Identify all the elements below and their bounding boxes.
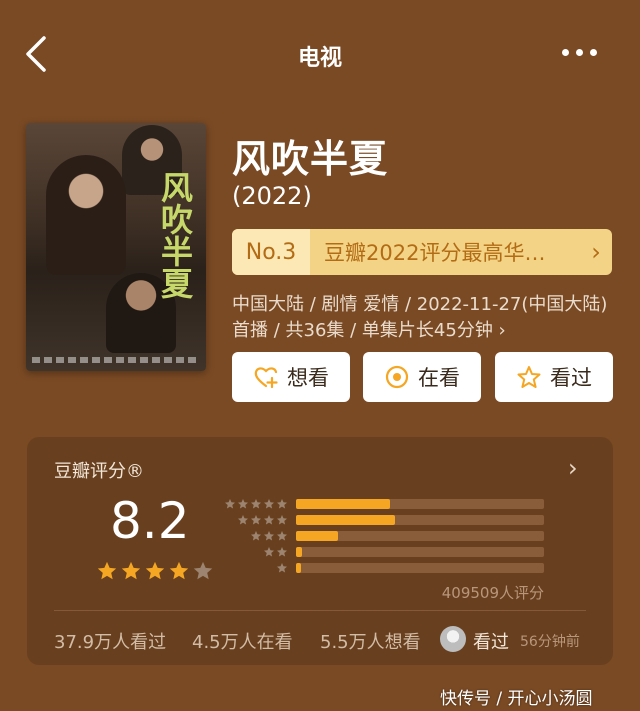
dist-row-5 (222, 497, 552, 511)
doing-button[interactable]: 在看 (363, 352, 481, 402)
star-icon (264, 499, 274, 509)
star-icon (251, 531, 261, 541)
star-icon (121, 561, 141, 580)
star-icon (264, 531, 274, 541)
star-icon (238, 515, 248, 525)
star-icon (238, 499, 248, 509)
star-outline-icon (517, 366, 541, 388)
poster-title: 风吹半夏 (156, 171, 194, 299)
watching-count[interactable]: 4.5万人在看 (192, 628, 293, 654)
show-title: 风吹半夏 (232, 137, 389, 181)
star-icon (145, 561, 165, 580)
done-button[interactable]: 看过 (495, 352, 613, 402)
done-label: 看过 (550, 366, 592, 390)
watermark: 快传号 / 开心小汤圆 (440, 689, 593, 709)
star-icon (169, 561, 189, 580)
dist-row-3 (222, 529, 552, 543)
rating-score: 8.2 (110, 492, 190, 550)
star-icon (277, 547, 287, 557)
star-icon (264, 547, 274, 557)
star-icon (277, 515, 287, 525)
want-label: 想看 (287, 366, 329, 390)
divider (54, 610, 586, 611)
my-status-time: 56分钟前 (520, 634, 580, 650)
star-icon (97, 561, 117, 580)
rank-text: 豆瓣2022评分最高华… (324, 241, 546, 265)
star-icon (225, 499, 235, 509)
rank-banner[interactable]: No.3 豆瓣2022评分最高华… › (232, 229, 612, 275)
dist-row-4 (222, 513, 552, 527)
want-button[interactable]: 想看 (232, 352, 350, 402)
star-icon (277, 499, 287, 509)
poster-image[interactable]: 风吹半夏 (26, 123, 206, 371)
star-icon (277, 563, 287, 573)
show-year: (2022) (232, 182, 312, 210)
chevron-right-icon: › (591, 238, 601, 266)
dist-row-2 (222, 545, 552, 559)
rank-number: No.3 (232, 229, 310, 275)
more-icon[interactable] (562, 44, 606, 60)
target-icon (385, 365, 409, 389)
watched-count[interactable]: 37.9万人看过 (54, 628, 166, 654)
star-icon (251, 499, 261, 509)
star-icon (264, 515, 274, 525)
heart-plus-icon (254, 367, 278, 389)
rating-stars (96, 560, 214, 582)
doing-label: 在看 (418, 366, 460, 390)
rating-count: 409509人评分 (441, 584, 544, 602)
avatar[interactable] (440, 626, 466, 652)
star-icon (193, 561, 213, 580)
chevron-right-icon[interactable]: › (568, 454, 578, 482)
dist-row-1 (222, 561, 552, 575)
star-icon (277, 531, 287, 541)
rating-label: 豆瓣评分® (54, 461, 144, 482)
page-title: 电视 (297, 46, 342, 71)
wish-count[interactable]: 5.5万人想看 (320, 628, 421, 654)
star-icon (251, 515, 261, 525)
my-status: 看过 (473, 632, 509, 653)
show-meta[interactable]: 中国大陆 / 剧情 爱情 / 2022-11-27(中国大陆)首播 / 共36集… (232, 292, 622, 344)
